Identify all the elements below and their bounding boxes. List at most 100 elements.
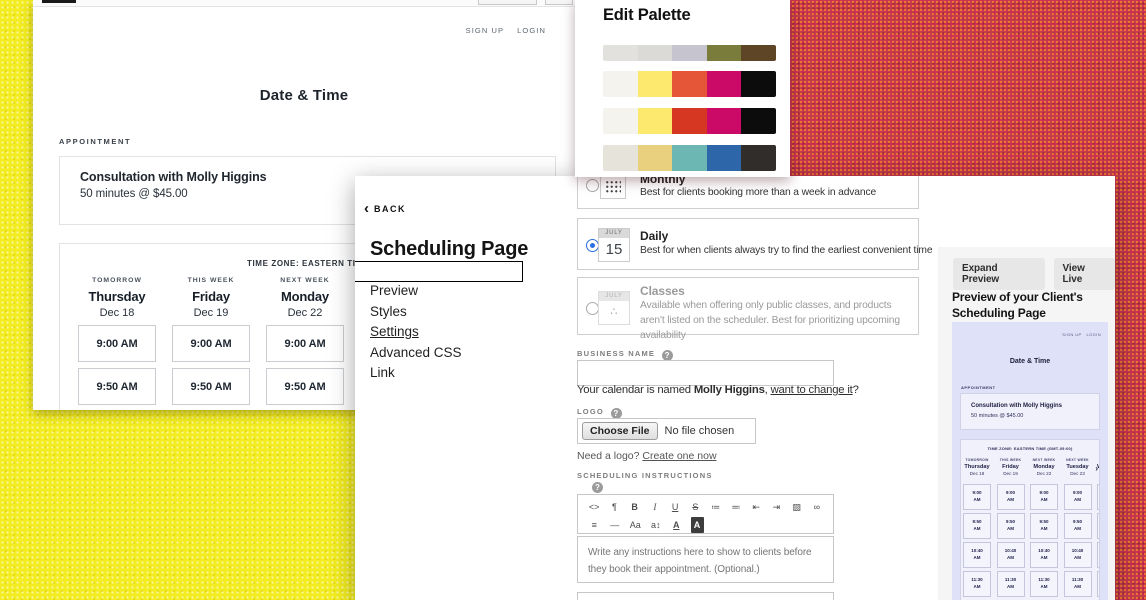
rich-text-toolbar: <>¶BIUS≔≕⇤⇥▨∞ ≡—Aaa↕AA bbox=[577, 494, 834, 534]
preview-panel: Expand Preview View Live Preview of your… bbox=[938, 247, 1115, 600]
nav-item-preview[interactable]: Preview bbox=[370, 281, 550, 302]
toolbar-numbered-list-icon[interactable]: ≕ bbox=[726, 499, 746, 515]
daily-description: Best for when clients always try to find… bbox=[640, 245, 932, 256]
back-chevron-icon: ‹ bbox=[364, 204, 369, 214]
settings-nav: Preview Styles Settings Advanced CSS Lin… bbox=[370, 281, 550, 384]
time-slot-button[interactable]: 9:50 AM bbox=[266, 368, 344, 405]
toolbar-paragraph-icon[interactable]: ¶ bbox=[604, 499, 624, 515]
appointment-subtitle: 50 minutes @ $45.00 bbox=[80, 188, 188, 200]
color-swatch bbox=[707, 71, 742, 97]
mini-time-slot: 11:30AM bbox=[963, 571, 991, 597]
toolbar-bullet-list-icon[interactable]: ≔ bbox=[706, 499, 726, 515]
auth-links: SIGN UP LOGIN bbox=[466, 26, 546, 35]
time-slot-button[interactable]: 9:50 AM bbox=[172, 368, 250, 405]
no-file-chosen-text: No file chosen bbox=[665, 425, 735, 437]
screen: SIGN UP LOGIN Date & Time APPOINTMENT Co… bbox=[0, 0, 1146, 600]
day-tag: NEXT WEEK bbox=[280, 277, 329, 284]
toolbar-link-icon[interactable]: ∞ bbox=[807, 499, 827, 515]
time-slot-button[interactable]: 9:50 AM bbox=[78, 368, 156, 405]
mini-time-slot: 11:30AM bbox=[997, 571, 1025, 597]
mini-slot-grid: 9:00AM9:50AM10:40AM11:30AM12:20PM9:00AM9… bbox=[963, 484, 1100, 600]
toolbar-italic-icon[interactable]: I bbox=[645, 499, 665, 515]
mini-timezone-label: TIME ZONE: EASTERN TIME (GMT-05:00) bbox=[961, 446, 1099, 451]
toolbar-bold-icon[interactable]: B bbox=[625, 499, 645, 515]
mini-time-slot: 9:50AM bbox=[1064, 513, 1092, 539]
calendar-classes-icon: JULY ∴ bbox=[598, 291, 630, 325]
toolbar-highlight-icon[interactable]: A bbox=[691, 517, 704, 533]
nav-item-styles[interactable]: Styles bbox=[370, 302, 550, 323]
toolbar-line-spacing-icon[interactable]: a↕ bbox=[646, 517, 667, 533]
day-name: Monday bbox=[281, 289, 329, 304]
mini-page-title: Date & Time bbox=[952, 358, 1108, 365]
day-date: Dec 22 bbox=[288, 307, 323, 319]
instructions-help-icon[interactable]: ? bbox=[592, 482, 603, 493]
classes-description: Available when offering only public clas… bbox=[640, 299, 918, 344]
toolbar-code-icon[interactable]: <> bbox=[584, 499, 604, 515]
mini-time-slot: 9:50AM bbox=[997, 513, 1025, 539]
mini-slot-column: 9:00AM9:50AM10:40AM11:30AM12:20PM bbox=[1030, 484, 1058, 600]
time-slot-button[interactable]: 9:00 AM bbox=[78, 325, 156, 362]
mini-next-days-chevron-icon: › bbox=[1095, 464, 1098, 473]
instructions-textarea[interactable] bbox=[577, 536, 834, 583]
color-swatch bbox=[741, 145, 776, 171]
calendar-day-icon: JULY 15 bbox=[598, 228, 630, 262]
time-slot-button[interactable]: 9:00 AM bbox=[172, 325, 250, 362]
business-name-input[interactable] bbox=[577, 360, 834, 386]
toolbar-strikethrough-icon[interactable]: S bbox=[685, 499, 705, 515]
sign-up-link[interactable]: SIGN UP bbox=[466, 26, 505, 35]
toolbar-align-left-icon[interactable]: ≡ bbox=[584, 517, 605, 533]
nav-item-link[interactable]: Link bbox=[370, 363, 550, 384]
monthly-description: Best for clients booking more than a wee… bbox=[640, 187, 876, 198]
toolbar-horizontal-rule-icon[interactable]: — bbox=[605, 517, 626, 533]
toolbar-image-icon[interactable]: ▨ bbox=[787, 499, 807, 515]
mini-time-slot: 9:00AM bbox=[1030, 484, 1058, 510]
calendar-name: Molly Higgins bbox=[694, 384, 765, 396]
back-button[interactable]: ‹ BACK bbox=[364, 204, 406, 214]
login-link[interactable]: LOGIN bbox=[517, 26, 546, 35]
mini-time-slot: 9:00AM bbox=[1097, 484, 1100, 510]
mini-time-slot: 10:40AM bbox=[963, 542, 991, 568]
mini-time-slot: 10:40AM bbox=[1030, 542, 1058, 568]
color-swatch bbox=[707, 145, 742, 171]
palette-option-4[interactable] bbox=[603, 145, 776, 171]
color-swatch bbox=[672, 71, 707, 97]
cropped-toolbar-box-1 bbox=[478, 0, 537, 5]
time-slot-button[interactable]: 9:00 AM bbox=[266, 325, 344, 362]
view-live-button[interactable]: View Live bbox=[1054, 258, 1115, 290]
create-logo-link[interactable]: Create one now bbox=[642, 450, 716, 462]
day-name: Thursday bbox=[89, 289, 146, 304]
toolbar-text-color-icon[interactable]: A bbox=[666, 517, 687, 533]
nav-item-advanced-css[interactable]: Advanced CSS bbox=[370, 343, 550, 364]
toolbar-font-size-icon[interactable]: Aa bbox=[625, 517, 646, 533]
mini-time-slot: 11:30AM bbox=[1030, 571, 1058, 597]
mini-time-slot: 11:30AM bbox=[1097, 571, 1100, 597]
layout-option-classes[interactable]: JULY ∴ Classes Available when offering o… bbox=[577, 277, 919, 335]
page-title: Date & Time bbox=[33, 87, 575, 104]
appointment-section-label: APPOINTMENT bbox=[59, 137, 131, 146]
day-date: Dec 18 bbox=[100, 307, 135, 319]
toolbar-underline-icon[interactable]: U bbox=[665, 499, 685, 515]
palette-option-3[interactable] bbox=[603, 108, 776, 134]
monthly-radio[interactable] bbox=[586, 179, 599, 192]
expand-preview-button[interactable]: Expand Preview bbox=[953, 258, 1045, 290]
change-name-link[interactable]: want to change it bbox=[771, 384, 853, 396]
day-column: NEXT WEEK Monday Dec 22 9:00 AM 9:50 AM bbox=[266, 277, 344, 405]
mini-day-header: NEXT WEEKTuesdayDec 23 bbox=[1064, 458, 1092, 476]
color-swatch bbox=[638, 45, 673, 61]
logo-file-input[interactable]: Choose File No file chosen bbox=[577, 418, 756, 444]
people-glyph: ∴ bbox=[599, 301, 629, 324]
day-tag: THIS WEEK bbox=[188, 277, 235, 284]
palette-option-1[interactable] bbox=[603, 45, 776, 61]
layout-option-daily[interactable]: JULY 15 Daily Best for when clients alwa… bbox=[577, 218, 919, 270]
toolbar-outdent-icon[interactable]: ⇤ bbox=[746, 499, 766, 515]
nav-item-settings[interactable]: Settings bbox=[370, 322, 550, 343]
choose-file-button[interactable]: Choose File bbox=[582, 422, 658, 440]
day-tag: TOMORROW bbox=[92, 277, 142, 284]
toolbar-indent-icon[interactable]: ⇥ bbox=[766, 499, 786, 515]
classes-label: Classes bbox=[640, 284, 685, 298]
settings-focus-ring bbox=[355, 261, 523, 282]
mini-time-slot: 11:30AM bbox=[1064, 571, 1092, 597]
palette-option-2[interactable] bbox=[603, 71, 776, 97]
edit-palette-panel: Edit Palette bbox=[575, 0, 790, 177]
mini-time-slot: 9:00AM bbox=[997, 484, 1025, 510]
